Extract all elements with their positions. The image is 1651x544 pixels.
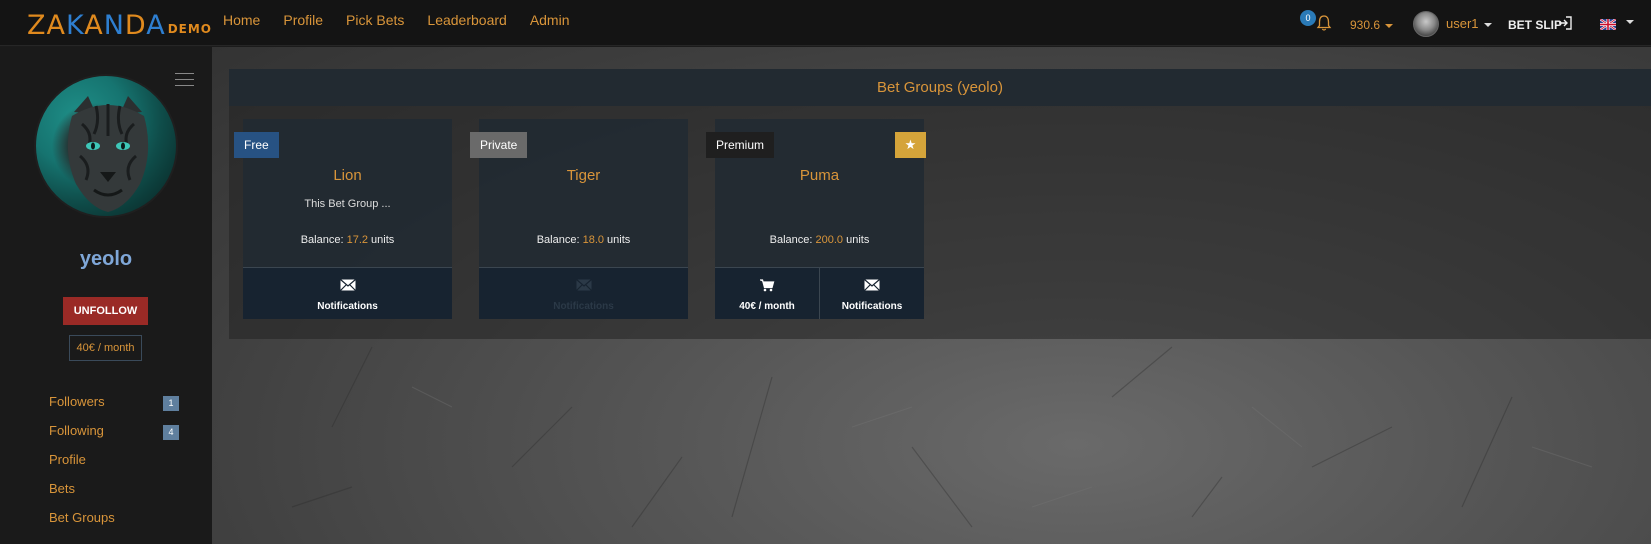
notifications-button[interactable]: Notifications [243,268,452,319]
envelope-icon [864,279,880,291]
bell-icon[interactable] [1316,14,1332,32]
user-avatar[interactable] [1413,11,1439,37]
logo[interactable]: ZAKANDA DEMO [27,10,213,41]
profile-sidebar: yeolo UNFOLLOW 40€ / month Followers 1 F… [0,47,212,544]
user-menu[interactable]: user1 [1446,16,1492,31]
balance-value: 200.0 [815,234,844,246]
sidebar-item-label: Bets [49,481,76,496]
following-count-badge: 4 [163,425,179,440]
card-actions: Notifications [243,267,452,319]
bet-group-description: This Bet Group ... [304,198,391,210]
logo-text: ZAKANDA [27,10,166,41]
uk-flag-icon[interactable] [1600,19,1616,30]
card-actions: 40€ / month Notifications [715,267,924,319]
panther-avatar-icon [67,96,149,212]
sign-in-icon[interactable] [1557,15,1573,31]
nav-admin[interactable]: Admin [530,12,570,28]
main-content: Bet Groups (yeolo) Free Lion This Bet Gr… [212,47,1651,544]
main-nav: Home Profile Pick Bets Leaderboard Admin [223,12,593,28]
hamburger-menu-icon[interactable] [175,73,194,87]
unfollow-button[interactable]: UNFOLLOW [63,297,148,325]
bet-group-title[interactable]: Lion [243,167,452,184]
profile-menu: Followers 1 Following 4 Profile Bets Bet… [49,394,179,539]
nav-pick-bets[interactable]: Pick Bets [346,12,404,28]
balance-dropdown[interactable]: 930.6 [1350,18,1394,32]
group-type-badge: Private [470,132,528,158]
sidebar-item-label: Followers [49,394,105,409]
logo-badge: DEMO [167,22,213,36]
chevron-down-icon [1483,22,1492,27]
bet-group-card-lion: Free Lion This Bet Group ... Balance: 17… [234,119,452,319]
profile-name: yeolo [79,248,133,270]
nav-home[interactable]: Home [223,12,260,28]
star-icon[interactable]: ★ [895,132,926,158]
action-label: 40€ / month [739,301,795,312]
sidebar-item-followers[interactable]: Followers 1 [49,394,179,423]
action-label: Notifications [841,301,903,312]
action-label: Notifications [317,301,378,312]
chevron-down-icon [1385,23,1394,28]
group-type-badge: Premium [706,132,775,158]
bet-group-balance: Balance: 18.0 units [536,234,631,246]
balance-value: 17.2 [346,234,368,246]
envelope-icon [339,279,356,291]
sidebar-item-bets[interactable]: Bets [49,481,179,510]
group-type-badge: Free [234,132,279,158]
sidebar-item-following[interactable]: Following 4 [49,423,179,452]
subscribe-button[interactable]: 40€ / month [715,268,819,319]
panel-title: Bet Groups (yeolo) [229,69,1651,106]
nav-leaderboard[interactable]: Leaderboard [427,12,506,28]
sidebar-item-label: Profile [49,452,86,467]
bet-slip-button[interactable]: BET SLIP [1508,18,1562,32]
card-actions: Notifications [479,267,688,319]
sidebar-item-label: Following [49,423,104,438]
notification-badge: 0 [1300,10,1316,26]
profile-avatar [34,74,178,218]
user-name: user1 [1446,16,1479,31]
chevron-down-icon[interactable] [1626,20,1634,24]
bet-groups-panel: Bet Groups (yeolo) Free Lion This Bet Gr… [229,69,1651,339]
sidebar-item-bet-groups[interactable]: Bet Groups [49,510,179,539]
balance-value: 930.6 [1350,18,1381,32]
top-navbar: ZAKANDA DEMO Home Profile Pick Bets Leade… [0,0,1651,46]
bet-group-balance: Balance: 17.2 units [300,234,395,246]
notifications-button[interactable]: Notifications [819,268,924,319]
bet-group-title[interactable]: Puma [715,167,924,184]
sidebar-item-label: Bet Groups [49,510,115,525]
subscription-price: 40€ / month [69,335,142,361]
nav-profile[interactable]: Profile [283,12,323,28]
bet-group-balance: Balance: 200.0 units [769,234,870,246]
notifications-button: Notifications [479,268,688,319]
balance-value: 18.0 [582,234,604,246]
bet-group-card-tiger: Private Tiger Balance: 18.0 units Notifi… [470,119,688,319]
bet-group-title[interactable]: Tiger [479,167,688,184]
cart-icon [760,279,775,292]
bet-group-card-puma: Premium ★ Puma Balance: 200.0 units 40€ … [706,119,926,319]
followers-count-badge: 1 [163,396,179,411]
sidebar-item-profile[interactable]: Profile [49,452,179,481]
action-label: Notifications [553,301,614,312]
envelope-icon [575,279,592,291]
